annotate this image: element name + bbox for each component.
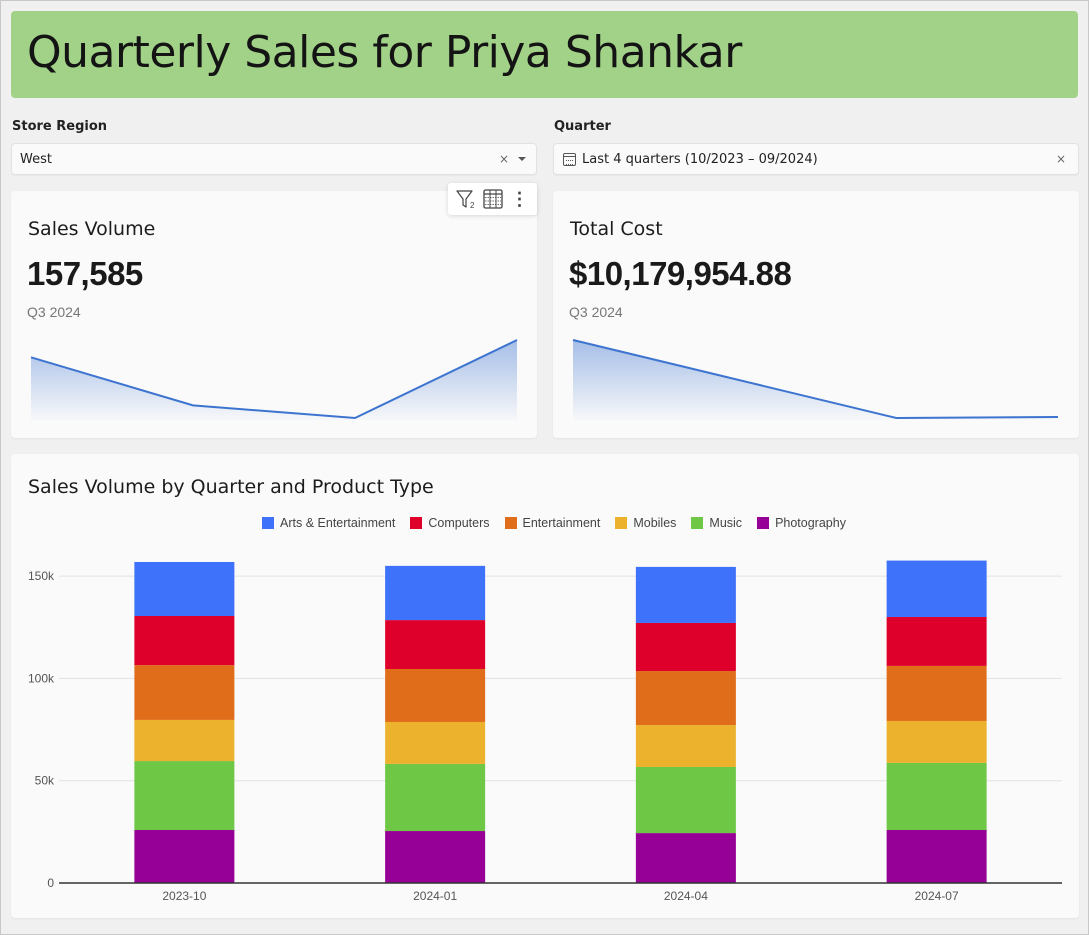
title-banner: Quarterly Sales for Priya Shankar <box>11 11 1078 98</box>
kpi-title: Sales Volume <box>28 218 156 240</box>
x-tick-label: 2024-01 <box>413 889 457 903</box>
element-toolbar: 2 ⋮ <box>448 183 537 215</box>
clear-icon[interactable]: × <box>1053 152 1069 166</box>
bar-segment[interactable] <box>635 766 736 834</box>
bar-segment[interactable] <box>385 831 486 883</box>
y-tick-label: 150k <box>28 569 55 583</box>
chevron-down-icon[interactable] <box>518 157 526 161</box>
bar-segment[interactable] <box>385 763 486 832</box>
sparkline-area <box>31 340 517 420</box>
view-data-button[interactable] <box>481 187 505 211</box>
store-region-select[interactable]: West × <box>11 143 537 175</box>
x-tick-label: 2024-04 <box>664 889 708 903</box>
bar-segment[interactable] <box>886 720 987 763</box>
bar-segment[interactable] <box>635 833 736 883</box>
y-tick-label: 100k <box>28 671 55 685</box>
page-title: Quarterly Sales for Priya Shankar <box>27 27 742 78</box>
quarter-date-picker[interactable]: Last 4 quarters (10/2023 – 09/2024) × <box>553 143 1079 175</box>
bar-segment[interactable] <box>385 721 486 764</box>
bar-segment[interactable] <box>886 762 987 831</box>
clear-icon[interactable]: × <box>496 152 512 166</box>
more-options-icon[interactable]: ⋮ <box>508 187 532 211</box>
y-tick-label: 0 <box>47 876 54 890</box>
chart-card-sales-by-product[interactable]: Sales Volume by Quarter and Product Type… <box>11 454 1079 918</box>
stacked-bar-chart: 0 50k 100k 150k 2023-10 2024-01 2024-04 2024-07 <box>28 560 1062 903</box>
quarter-label: Quarter <box>554 119 611 134</box>
bar-segment[interactable] <box>134 665 235 720</box>
bar-segment[interactable] <box>635 725 736 767</box>
bar-segment[interactable] <box>635 622 736 672</box>
x-tick-label: 2024-07 <box>915 889 959 903</box>
bar-segment[interactable] <box>886 560 987 618</box>
y-tick-label: 50k <box>35 774 55 788</box>
kpi-value: $10,179,954.88 <box>569 255 792 292</box>
bar-segment[interactable] <box>635 671 736 726</box>
kpi-period: Q3 2024 <box>569 304 623 320</box>
kpi-card-total-cost[interactable]: Total Cost $10,179,954.88 Q3 2024 <box>553 191 1079 438</box>
kpi-period: Q3 2024 <box>27 304 81 320</box>
bar-segment[interactable] <box>134 761 235 831</box>
bar-segment[interactable] <box>886 665 987 721</box>
bar-segment[interactable] <box>385 668 486 722</box>
filter-icon: 2 <box>455 190 475 210</box>
kpi-title: Total Cost <box>570 218 663 240</box>
bar-segment[interactable] <box>385 620 486 669</box>
x-tick-label: 2023-10 <box>162 889 206 903</box>
sparkline-area <box>573 340 1058 420</box>
bar-segment[interactable] <box>134 830 235 883</box>
filter-button[interactable]: 2 <box>454 187 478 211</box>
table-icon <box>482 189 503 209</box>
bar-segment[interactable] <box>886 617 987 666</box>
bar-segment[interactable] <box>134 719 235 762</box>
kpi-value: 157,585 <box>27 255 143 292</box>
store-region-label: Store Region <box>12 119 108 134</box>
sparkline-total-cost <box>572 339 1059 420</box>
kpi-card-sales-volume[interactable]: Sales Volume 157,585 Q3 2024 <box>11 191 537 438</box>
filter-count: 2 <box>470 201 475 210</box>
bar-segment[interactable] <box>134 615 235 666</box>
bar-segment[interactable] <box>385 565 486 621</box>
calendar-icon <box>563 152 576 166</box>
bar-segment[interactable] <box>134 561 235 616</box>
sparkline-sales-volume <box>30 339 518 420</box>
bar-segment[interactable] <box>635 566 736 623</box>
quarter-value: Last 4 quarters (10/2023 – 09/2024) <box>582 151 818 167</box>
bar-segment[interactable] <box>886 830 987 883</box>
store-region-value: West <box>20 151 52 167</box>
